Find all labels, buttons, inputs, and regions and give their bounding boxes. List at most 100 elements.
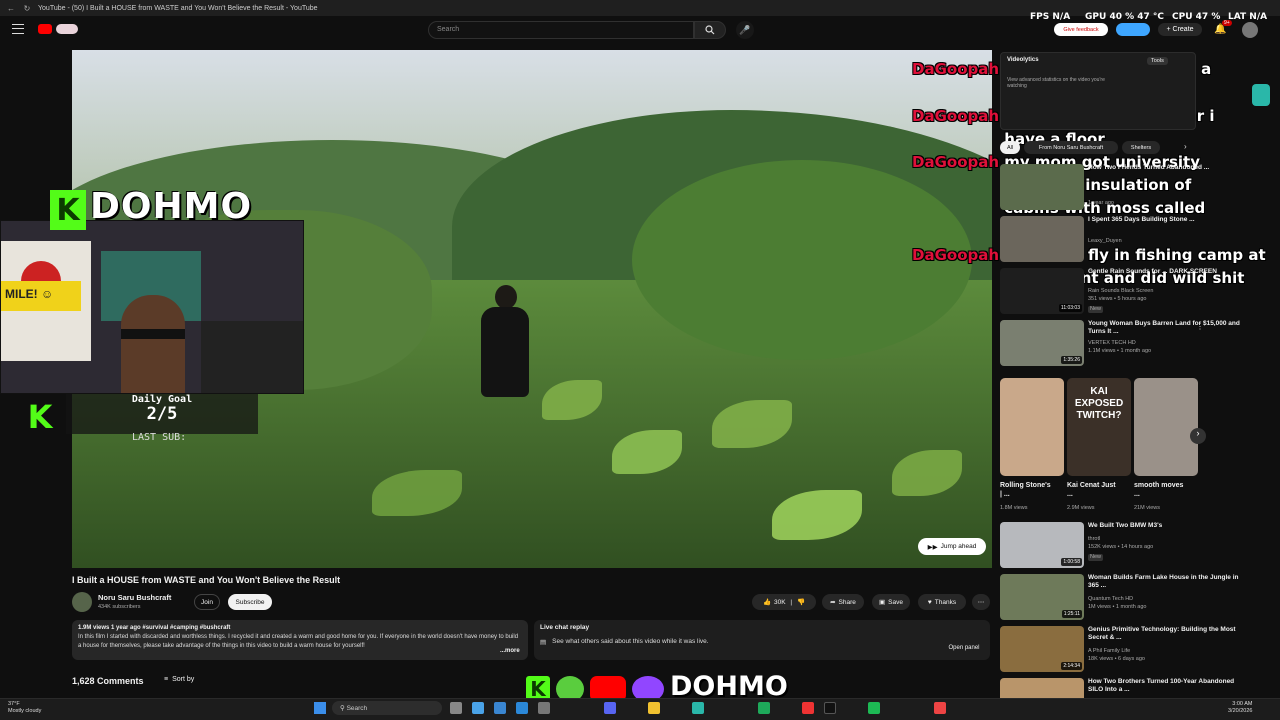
youtube-logo-icon[interactable] — [38, 24, 52, 34]
description-box[interactable]: 1.9M views 1 year ago #survival #camping… — [72, 620, 528, 660]
recommendation-title[interactable]: Young Woman Buys Barren Land for $15,000… — [1088, 320, 1248, 336]
recommendation-card[interactable]: How Two Brothers Turned 100-Year Abandon… — [1000, 678, 1270, 698]
recommendation-title[interactable]: How Two Friends Turned Abandoned ... — [1088, 164, 1248, 172]
app-icon[interactable] — [538, 702, 550, 714]
recommendation-title[interactable]: I Spent 365 Days Building Stone ... — [1088, 216, 1248, 224]
shorts-next-icon[interactable]: › — [1190, 428, 1206, 444]
recommendation-thumbnail[interactable]: 2:14:34 — [1000, 626, 1084, 672]
x-icon[interactable] — [824, 702, 836, 714]
app-icon[interactable] — [472, 702, 484, 714]
recommendation-card[interactable]: 1:00:58 We Built Two BMW M3's throtl 152… — [1000, 522, 1270, 570]
recommendation-title[interactable]: Woman Builds Farm Lake House in the Jung… — [1088, 574, 1248, 590]
clock-time: 3:00 AM — [1232, 701, 1253, 707]
recommendation-card[interactable]: 1:35:26 Young Woman Buys Barren Land for… — [1000, 320, 1270, 368]
reload-icon[interactable]: ↻ — [22, 4, 32, 13]
app-icon[interactable] — [494, 702, 506, 714]
recommendation-title[interactable]: We Built Two BMW M3's — [1088, 522, 1248, 530]
spotify-icon[interactable] — [868, 702, 880, 714]
chip-from-channel[interactable]: From Noru Saru Bushcraft — [1024, 141, 1118, 154]
side-extension-icon[interactable] — [1252, 84, 1270, 106]
like-dislike-group: 👍 30K | 👎 — [752, 594, 816, 610]
sort-icon: ≡ — [164, 676, 169, 683]
daily-goal-widget: Daily Goal 2/5 — [66, 394, 258, 434]
tools-button[interactable]: Tools — [1147, 57, 1168, 65]
short-title[interactable]: Kai Cenat Just ... — [1067, 481, 1119, 499]
start-icon[interactable] — [314, 702, 326, 714]
task-view-icon[interactable] — [450, 702, 462, 714]
thanks-icon: ♥ — [927, 598, 932, 606]
recommendation-card[interactable]: 2:14:34 Genius Primitive Technology: Bui… — [1000, 626, 1270, 674]
like-icon[interactable]: 👍 — [763, 598, 771, 606]
live-chat-text: See what others said about this video wh… — [552, 638, 709, 645]
channel-name[interactable]: Noru Saru Bushcraft — [98, 593, 171, 602]
sort-by-button[interactable]: ≡ Sort by — [164, 676, 194, 683]
save-button[interactable]: ▣ Save — [872, 594, 910, 610]
jump-ahead-button[interactable]: ▶▶ Jump ahead — [918, 538, 986, 555]
voice-search-icon[interactable]: 🎤 — [736, 21, 754, 39]
recommendation-thumbnail[interactable] — [1000, 216, 1084, 262]
recommendation-title[interactable]: Genius Primitive Technology: Building th… — [1088, 626, 1248, 642]
dislike-icon[interactable]: 👎 — [797, 598, 805, 606]
recommendation-card[interactable]: How Two Friends Turned Abandoned ... 1 y… — [1000, 164, 1270, 212]
recommendation-thumbnail[interactable] — [1000, 164, 1084, 210]
recommendation-thumbnail[interactable] — [1000, 678, 1084, 698]
channel-avatar[interactable] — [72, 592, 92, 612]
new-badge: New — [1088, 554, 1104, 561]
menu-icon[interactable] — [12, 24, 24, 34]
app-icon[interactable] — [934, 702, 946, 714]
create-button[interactable]: + Create — [1158, 23, 1202, 36]
extension-icon[interactable] — [1116, 23, 1150, 36]
recommendation-thumbnail[interactable]: 1:25:11 — [1000, 574, 1084, 620]
recommendation-card[interactable]: 11:03:03 Gentle Rain Sounds for ... DARK… — [1000, 268, 1270, 316]
short-title[interactable]: Rolling Stone's | ... — [1000, 481, 1052, 499]
account-avatar[interactable] — [1242, 22, 1258, 38]
chip-shelters[interactable]: Shelters — [1122, 141, 1160, 154]
recommendation-card[interactable]: I Spent 365 Days Building Stone ... Leax… — [1000, 216, 1270, 264]
give-feedback-button[interactable]: Give feedback — [1054, 23, 1108, 36]
lat-readout: LAT N/A — [1228, 12, 1268, 22]
short-views: 21M views — [1134, 505, 1160, 511]
recommendation-channel: VERTEX TECH HD — [1088, 340, 1136, 346]
more-options-icon[interactable]: ⋮ — [1196, 322, 1204, 331]
doodle-icon[interactable] — [56, 24, 78, 34]
chip-next-icon[interactable]: › — [1184, 142, 1187, 151]
short-thumbnail[interactable]: KAI EXPOSED TWITCH? — [1067, 378, 1131, 476]
like-count[interactable]: 30K — [774, 599, 786, 606]
jump-ahead-icon: ▶▶ — [927, 543, 938, 551]
back-icon[interactable]: ← — [6, 4, 16, 13]
folder-icon[interactable] — [648, 702, 660, 714]
share-button[interactable]: ➦ Share — [822, 594, 864, 610]
recommendation-title[interactable]: How Two Brothers Turned 100-Year Abandon… — [1088, 678, 1248, 694]
person-head — [495, 285, 517, 309]
more-link[interactable]: ...more — [500, 648, 520, 654]
videolytics-text: View advanced statistics on the video yo… — [1007, 77, 1105, 89]
recommendation-title[interactable]: Gentle Rain Sounds for ... DARK SCREEN — [1088, 268, 1248, 276]
join-button[interactable]: Join — [194, 594, 220, 610]
recommendation-thumbnail[interactable]: 11:03:03 — [1000, 268, 1084, 314]
discord-icon[interactable] — [604, 702, 616, 714]
recommendation-meta: 1M views • 1 month ago — [1088, 604, 1147, 610]
cam-chair — [201, 321, 303, 393]
create-label: Create — [1172, 26, 1194, 33]
subscribe-button[interactable]: Subscribe — [228, 594, 272, 610]
live-chat-title: Live chat replay — [540, 624, 590, 631]
weather-widget[interactable]: 37°F Mostly cloudy — [8, 701, 41, 715]
recommendation-thumbnail[interactable]: 1:35:26 — [1000, 320, 1084, 366]
thanks-button[interactable]: ♥ Thanks — [918, 594, 966, 610]
system-clock[interactable]: 3:00 AM 3/20/2026 — [1228, 701, 1252, 715]
chrome-icon[interactable] — [758, 702, 770, 714]
youtube-app-icon[interactable] — [802, 702, 814, 714]
taskbar-search[interactable]: ⚲ Search — [332, 701, 442, 715]
short-thumbnail[interactable] — [1134, 378, 1198, 476]
open-panel-button[interactable]: Open panel — [944, 640, 984, 656]
short-thumbnail[interactable] — [1000, 378, 1064, 476]
app-icon[interactable] — [516, 702, 528, 714]
recommendation-card[interactable]: 1:25:11 Woman Builds Farm Lake House in … — [1000, 574, 1270, 622]
more-actions-icon[interactable]: ⋯ — [972, 594, 990, 610]
chip-all[interactable]: All — [1000, 141, 1020, 154]
search-button[interactable] — [694, 21, 726, 39]
recommendation-thumbnail[interactable]: 1:00:58 — [1000, 522, 1084, 568]
short-title[interactable]: smooth moves ... — [1134, 481, 1186, 499]
search-input[interactable]: Search — [428, 21, 694, 39]
app-icon[interactable] — [692, 702, 704, 714]
